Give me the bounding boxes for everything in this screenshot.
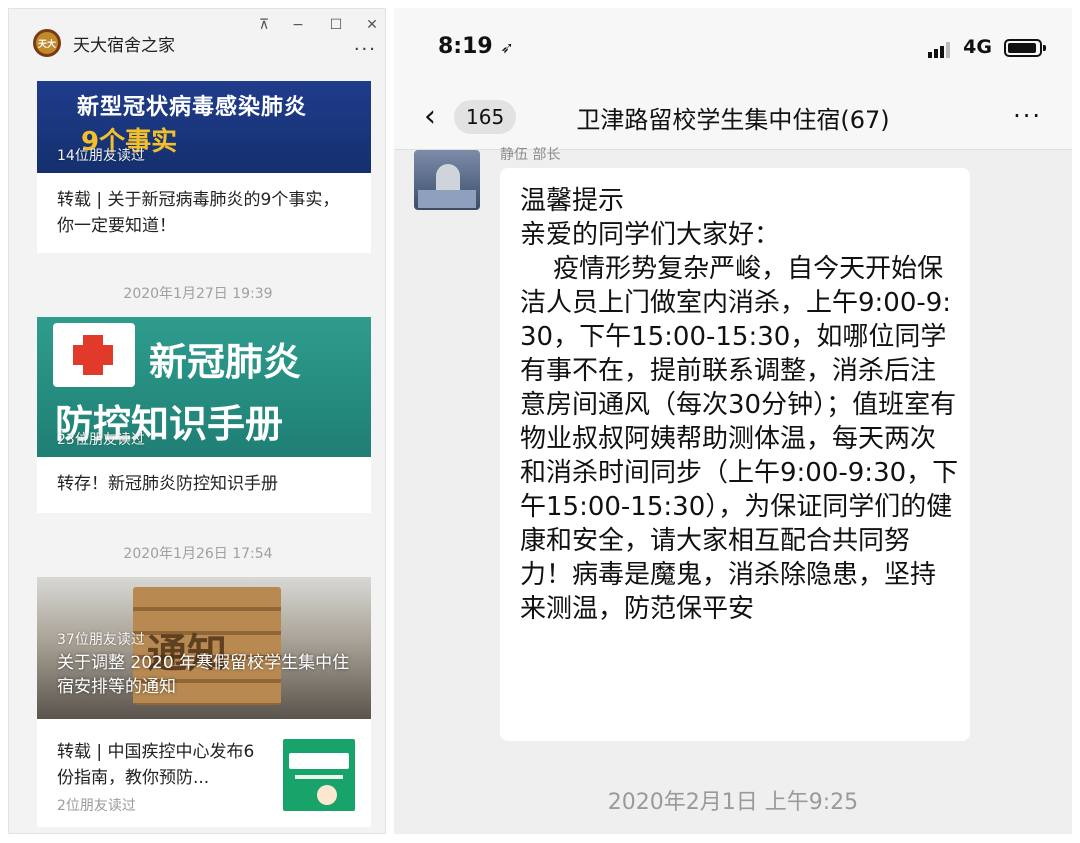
unread-count-badge[interactable]: 165: [454, 100, 517, 134]
readers-count: 2位朋友读过: [57, 798, 136, 814]
readers-count: 23位朋友读过: [57, 432, 145, 448]
account-logo-icon: 天大: [33, 29, 61, 57]
window-title: 天大宿舍之家: [73, 36, 175, 56]
sub-article-title[interactable]: 转载 | 中国疾控中心发布6份指南，教你预防...: [57, 739, 259, 791]
thumbnail-headline: 新型冠状病毒感染肺炎: [77, 95, 308, 120]
red-cross-icon: [53, 323, 135, 387]
sub-article-thumbnail[interactable]: [283, 739, 355, 811]
date-separator: 2020年1月26日 17:54: [123, 546, 273, 562]
official-account-window: 天大 天大宿舍之家 ⊼ − ☐ ✕ ··· 新型冠状病毒感染肺炎 9个事实 14…: [8, 8, 386, 834]
minimize-button[interactable]: −: [285, 13, 311, 37]
screenshot-root: 天大 天大宿舍之家 ⊼ − ☐ ✕ ··· 新型冠状病毒感染肺炎 9个事实 14…: [0, 0, 1080, 843]
article-title[interactable]: 转载 | 关于新冠病毒肺炎的9个事实，你一定要知道！: [57, 187, 351, 239]
location-icon: ➶: [500, 38, 514, 57]
article-thumbnail[interactable]: 新型冠状病毒感染肺炎 9个事实 14位朋友读过: [37, 81, 371, 173]
sender-name: 静伍 部长: [500, 147, 561, 163]
message-timestamp: 2020年2月1日 上午9:25: [607, 790, 859, 815]
sender-avatar[interactable]: [414, 150, 480, 210]
message-text: 温馨提示 亲爱的同学们大家好： 疫情形势复杂严峻，自今天开始保洁人员上门做室内消…: [520, 186, 959, 624]
battery-icon: [1004, 39, 1046, 57]
more-options-button[interactable]: ···: [354, 39, 377, 60]
article-thumbnail[interactable]: 通知 37位朋友读过 关于调整 2020 年寒假留校学生集中住宿安排等的通知: [37, 577, 371, 719]
message-bubble[interactable]: 温馨提示 亲爱的同学们大家好： 疫情形势复杂严峻，自今天开始保洁人员上门做室内消…: [500, 168, 970, 741]
signal-icon: [928, 42, 950, 58]
article-title[interactable]: 转存！新冠肺炎防控知识手册: [57, 471, 351, 497]
article-title[interactable]: 关于调整 2020 年寒假留校学生集中住宿安排等的通知: [57, 651, 357, 699]
readers-count: 14位朋友读过: [57, 148, 145, 164]
window-titlebar: 天大 天大宿舍之家 ⊼ − ☐ ✕ ···: [9, 9, 385, 81]
chat-nav-bar: 卫津路留校学生集中住宿(67) ‹ 165 ···: [394, 88, 1072, 150]
readers-count: 37位朋友读过: [57, 632, 145, 648]
network-type: 4G: [963, 36, 992, 58]
more-options-button[interactable]: ···: [1013, 102, 1042, 130]
article-thumbnail[interactable]: 新冠肺炎 防控知识手册 23位朋友读过: [37, 317, 371, 457]
article-card[interactable]: 通知 37位朋友读过 关于调整 2020 年寒假留校学生集中住宿安排等的通知 转…: [37, 577, 371, 827]
article-card[interactable]: 新冠肺炎 防控知识手册 23位朋友读过 转存！新冠肺炎防控知识手册: [37, 317, 371, 513]
status-bar: 8:19 ➶ 4G: [394, 8, 1072, 88]
back-icon[interactable]: ‹: [424, 102, 436, 132]
maximize-button[interactable]: ☐: [323, 13, 349, 37]
date-separator: 2020年1月27日 19:39: [123, 286, 273, 302]
status-time: 8:19 ➶: [438, 34, 514, 59]
close-button[interactable]: ✕: [359, 13, 385, 37]
thumbnail-headline: 新冠肺炎: [149, 339, 302, 384]
group-chat-screen: 8:19 ➶ 4G 卫津路留校学生集中住宿(67) ‹ 165 ··· 静伍 部…: [394, 8, 1072, 834]
article-card[interactable]: 新型冠状病毒感染肺炎 9个事实 14位朋友读过 转载 | 关于新冠病毒肺炎的9个…: [37, 81, 371, 253]
pin-icon[interactable]: ⊼: [251, 13, 277, 37]
